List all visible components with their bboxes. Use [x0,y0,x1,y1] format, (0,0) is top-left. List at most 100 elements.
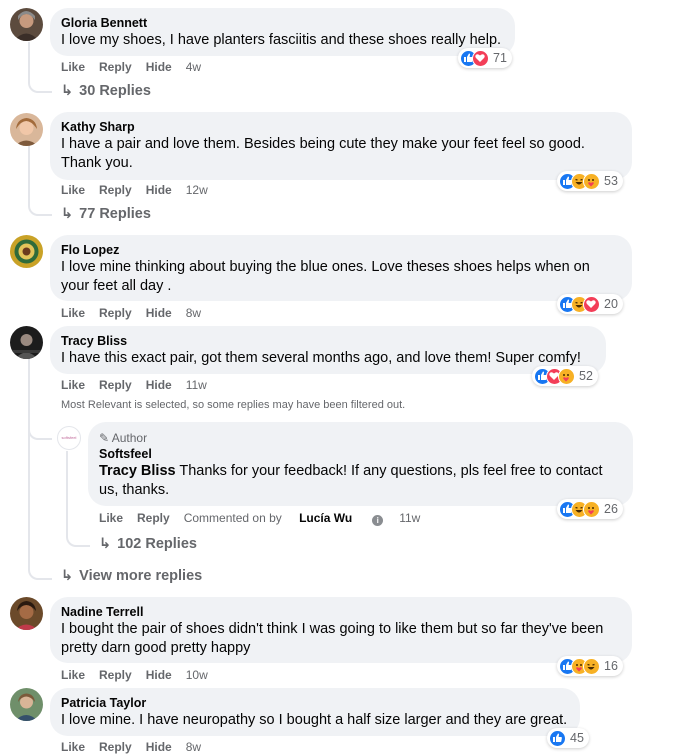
timestamp[interactable]: 8w [186,306,201,320]
comment-text: I love mine. I have neuropathy so I boug… [61,712,568,728]
commenter-name[interactable]: Nadine Terrell [61,604,620,620]
view-replies-button[interactable]: ↳ 102 Replies [99,535,197,553]
hide-button[interactable]: Hide [146,740,172,754]
commenter-name[interactable]: Softsfeel [99,446,621,462]
reply-button[interactable]: Reply [99,378,132,392]
avatar[interactable] [10,8,43,41]
comment-bubble: Tracy Bliss I have this exact pair, got … [50,326,606,374]
author-badge-label: Author [111,431,148,445]
thread-line [28,362,52,440]
timestamp[interactable]: 11w [399,511,420,525]
timestamp[interactable]: 12w [186,183,208,197]
page-avatar-text: softsfeel [61,435,77,440]
commenter-name[interactable]: Kathy Sharp [61,119,620,135]
author-reply-bubble: ✎ Author Softsfeel Tracy Bliss Thanks fo… [88,422,633,506]
comment-actions: Like Reply Hide 11w [61,377,221,393]
hide-button[interactable]: Hide [146,378,172,392]
commenter-name[interactable]: Patricia Taylor [61,695,568,711]
comment-text: I bought the pair of shoes didn't think … [61,621,604,656]
reaction-count: 20 [604,297,618,311]
hide-button[interactable]: Hide [146,668,172,682]
comment-actions: Like Reply Hide 12w [61,182,222,198]
reaction-summary[interactable]: 71 [458,48,512,68]
comment-bubble: Kathy Sharp I have a pair and love them.… [50,112,632,180]
reply-button[interactable]: Reply [99,668,132,682]
like-button[interactable]: Like [61,60,85,74]
hide-button[interactable]: Hide [146,60,172,74]
filter-notice: Most Relevant is selected, so some repli… [61,399,406,411]
view-more-replies-button[interactable]: ↳ View more replies [61,567,202,585]
view-replies-button[interactable]: ↳ 77 Replies [61,205,151,223]
timestamp[interactable]: 11w [186,378,207,392]
reply-button[interactable]: Reply [99,740,132,754]
avatar[interactable] [10,597,43,630]
comment-text: Tracy Bliss Thanks for your feedback! If… [99,462,621,500]
commenter-name[interactable]: Flo Lopez [61,242,620,258]
care-reaction-icon [583,172,600,190]
hide-button[interactable]: Hide [146,183,172,197]
commented-by-name[interactable]: Lucía Wu [299,511,352,525]
haha-reaction-icon [583,657,600,675]
love-reaction-icon [583,295,600,313]
replies-count: 77 Replies [79,206,151,222]
reply-arrow-icon: ↳ [99,536,112,552]
commented-by: Commented on by Lucía Wu [184,511,367,525]
page-avatar[interactable]: softsfeel [57,426,81,450]
commented-by-prefix: Commented on by [183,511,286,525]
view-replies-button[interactable]: ↳ 30 Replies [61,82,151,100]
hide-button[interactable]: Hide [146,306,172,320]
like-button[interactable]: Like [61,740,85,754]
avatar[interactable] [10,113,43,146]
avatar[interactable] [10,235,43,268]
reaction-count: 45 [570,731,584,745]
like-button[interactable]: Like [61,183,85,197]
commenter-name[interactable]: Tracy Bliss [61,333,594,349]
reply-arrow-icon: ↳ [61,568,74,584]
comment-text: I love mine thinking about buying the bl… [61,259,590,294]
reaction-summary[interactable]: 16 [557,656,623,676]
avatar[interactable] [10,688,43,721]
replies-count: 102 Replies [117,536,197,552]
reaction-count: 71 [493,51,507,65]
pencil-icon: ✎ [99,431,110,445]
reply-arrow-icon: ↳ [61,83,74,99]
info-icon[interactable]: i [372,515,384,526]
timestamp[interactable]: 8w [186,740,201,754]
commenter-name[interactable]: Gloria Bennett [61,15,503,31]
comment-text: I love my shoes, I have planters fasciit… [61,32,502,48]
reaction-summary[interactable]: 53 [557,171,623,191]
comment-actions: Like Reply Commented on by Lucía Wu i 11w [99,510,434,526]
like-button[interactable]: Like [61,306,85,320]
comment-actions: Like Reply Hide 8w [61,739,215,755]
comment-text: I have a pair and love them. Besides bei… [61,136,585,171]
like-button[interactable]: Like [99,511,123,525]
comment-bubble: Patricia Taylor I love mine. I have neur… [50,688,580,736]
comment-actions: Like Reply Hide 8w [61,305,215,321]
reaction-count: 53 [604,174,618,188]
reply-button[interactable]: Reply [99,183,132,197]
reply-button[interactable]: Reply [99,60,132,74]
thread-line [28,540,52,580]
reaction-count: 52 [579,369,593,383]
comment-bubble: Gloria Bennett I love my shoes, I have p… [50,8,515,56]
reaction-summary[interactable]: 45 [547,728,589,748]
love-reaction-icon [472,49,489,67]
mention-link[interactable]: Tracy Bliss [99,463,176,479]
replies-count: 30 Replies [79,83,151,99]
reaction-summary[interactable]: 52 [532,366,598,386]
thread-line [28,42,52,93]
like-reaction-icon [549,729,566,747]
reply-button[interactable]: Reply [99,306,132,320]
care-reaction-icon [558,367,575,385]
like-button[interactable]: Like [61,378,85,392]
reply-arrow-icon: ↳ [61,206,74,222]
like-button[interactable]: Like [61,668,85,682]
reaction-summary[interactable]: 20 [557,294,623,314]
timestamp[interactable]: 10w [186,668,208,682]
comment-bubble: Nadine Terrell I bought the pair of shoe… [50,597,632,663]
reply-button[interactable]: Reply [137,511,170,525]
avatar[interactable] [10,326,43,359]
reaction-summary[interactable]: 26 [557,499,623,519]
comment-bubble: Flo Lopez I love mine thinking about buy… [50,235,632,301]
timestamp[interactable]: 4w [186,60,201,74]
